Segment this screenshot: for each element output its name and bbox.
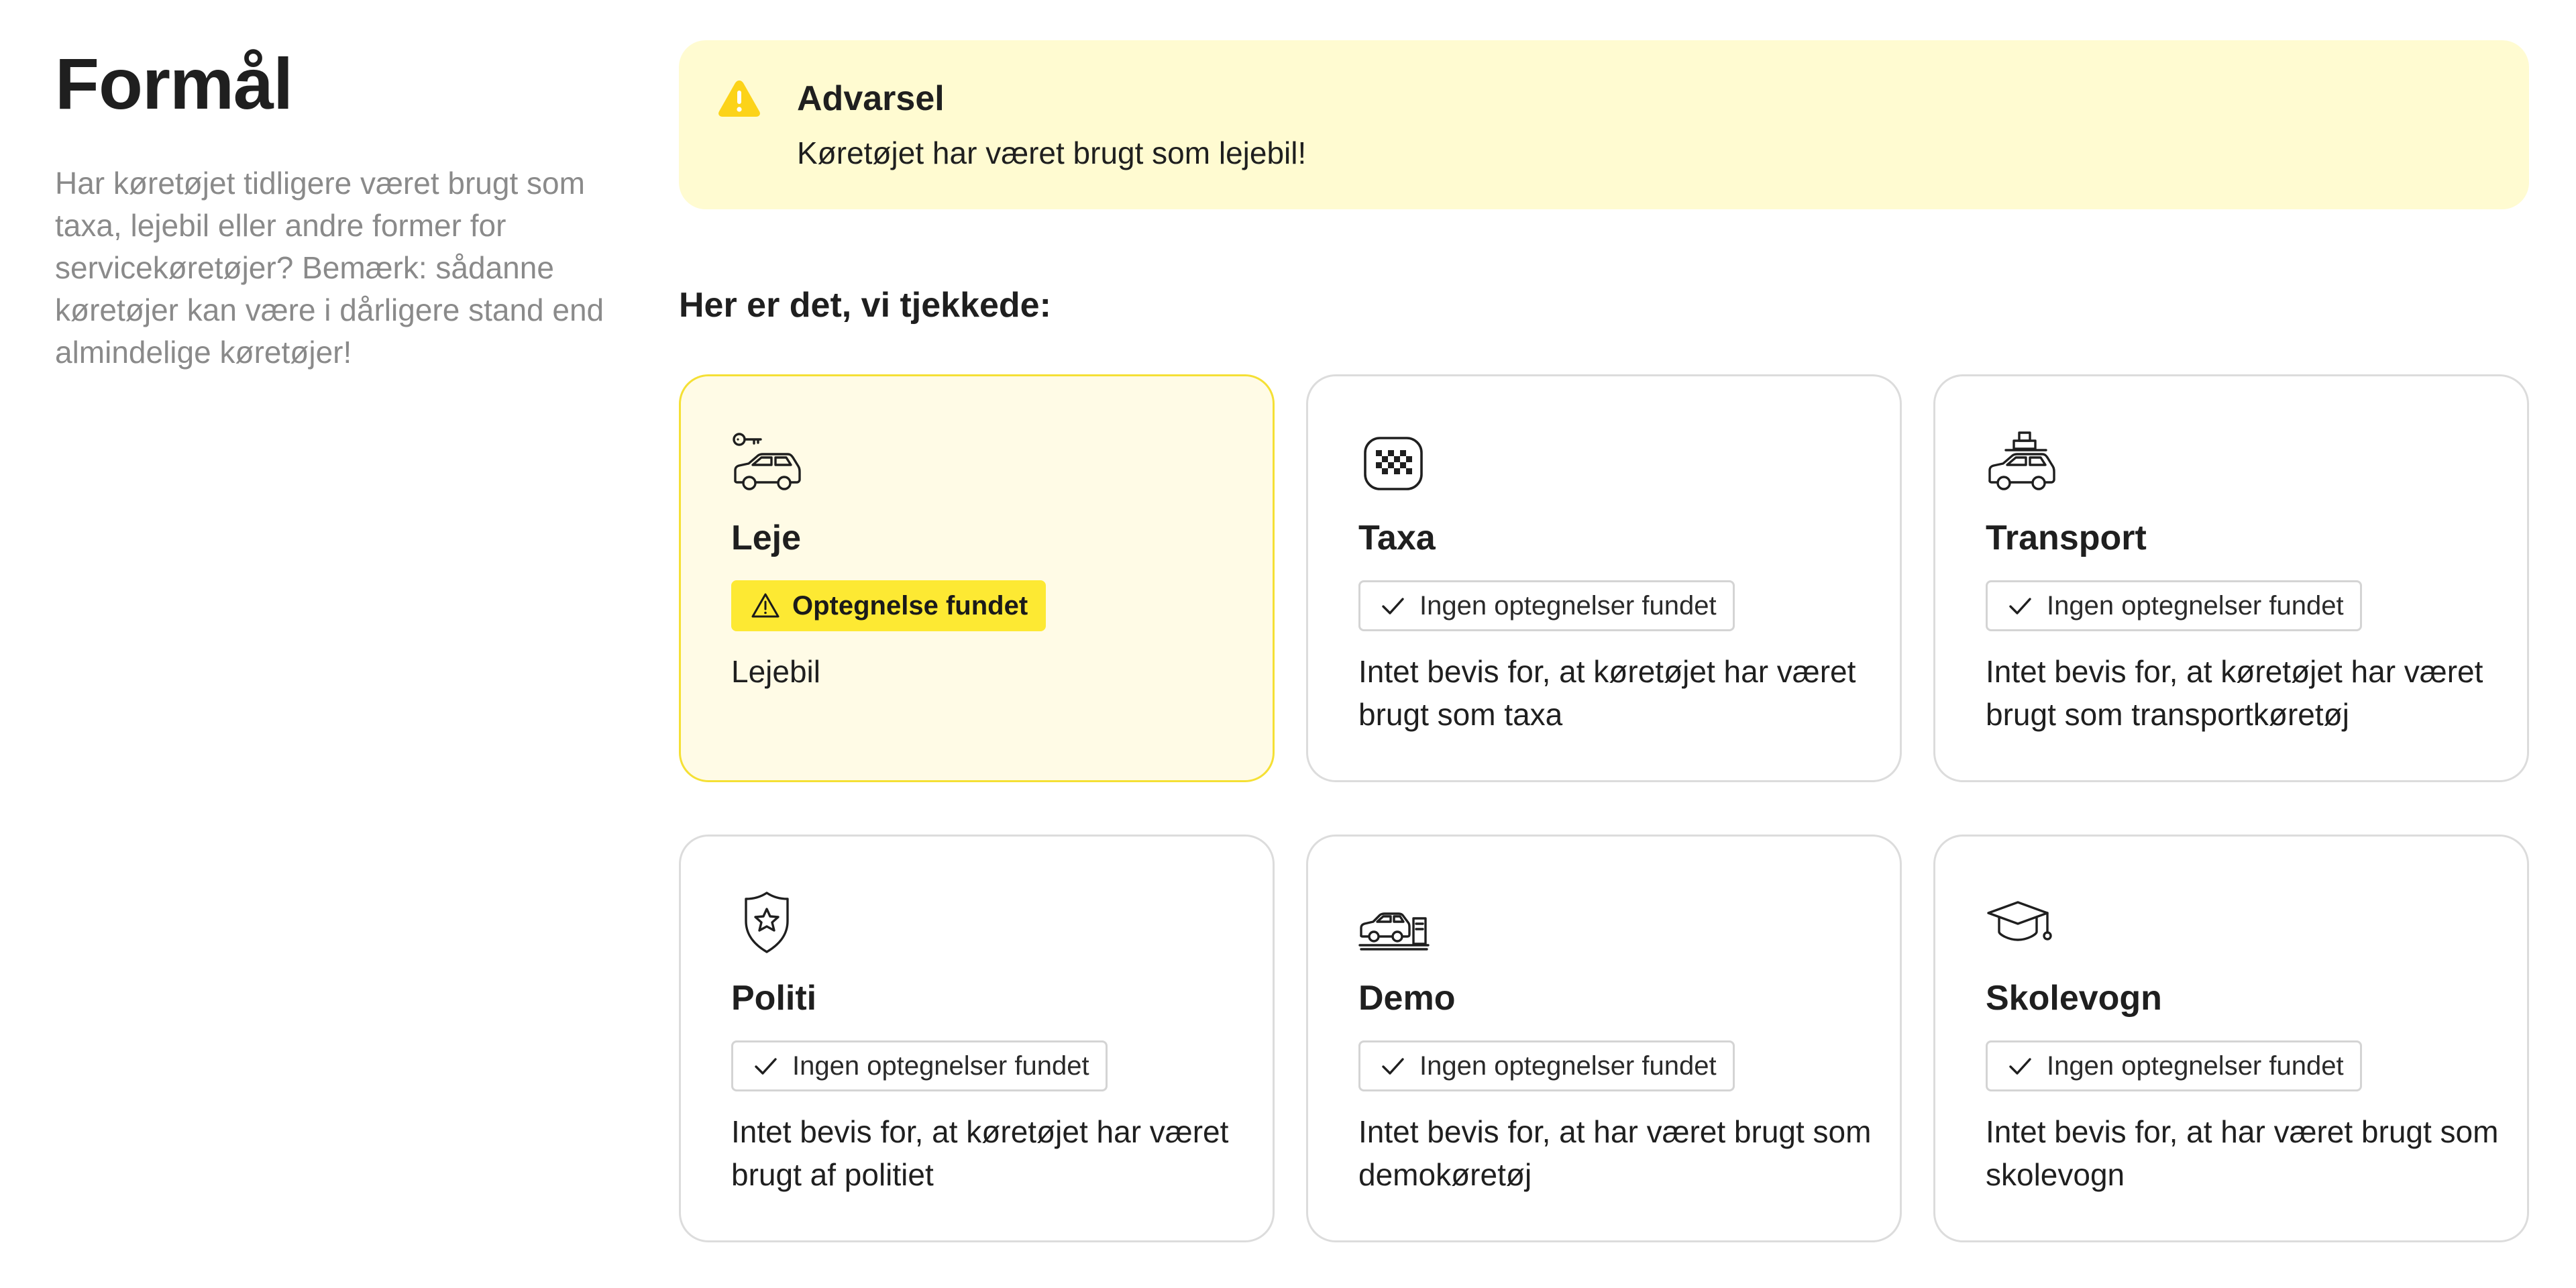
section-title: Her er det, vi tjekkede:	[679, 286, 1051, 325]
card-title: Taxa	[1358, 519, 1436, 557]
check-icon	[1382, 598, 1404, 614]
card-title: Leje	[731, 519, 802, 557]
check-icon	[755, 1058, 777, 1075]
status-badge-label: Ingen optegnelser fundet	[2047, 590, 2344, 621]
status-badge: Ingen optegnelser fundet	[1986, 580, 2362, 631]
warning-icon	[751, 593, 780, 618]
transport-car-luggage-icon	[1988, 431, 2055, 490]
status-badge: Optegnelse fundet	[731, 580, 1046, 631]
status-badge-label: Ingen optegnelser fundet	[2047, 1051, 2344, 1081]
check-card-taxa: Taxa Ingen optegnelser fundet Intet bevi…	[1306, 374, 1902, 782]
status-badge: Ingen optegnelser fundet	[1358, 1040, 1735, 1091]
rental-car-key-icon	[733, 433, 801, 490]
alert-message: Køretøjet har været brugt som lejebil!	[797, 136, 1307, 170]
taxa-sign-icon	[1364, 437, 1423, 490]
check-grid: Leje Optegnelse fundet Lejebil Taxa Inge…	[679, 374, 2529, 1242]
warning-alert: Advarsel Køretøjet har været brugt som l…	[679, 40, 2529, 209]
check-card-demo: Demo Ingen optegnelser fundet Intet bevi…	[1306, 835, 1902, 1242]
card-description: Intet bevis for, at køretøjet har været …	[731, 1114, 1229, 1192]
police-shield-star-icon	[745, 892, 789, 953]
page-title: Formål	[55, 43, 293, 124]
card-description: Lejebil	[731, 654, 820, 689]
check-card-politi: Politi Ingen optegnelser fundet Intet be…	[679, 835, 1275, 1242]
graduation-cap-icon	[1987, 901, 2052, 941]
status-badge-label: Ingen optegnelser fundet	[1419, 590, 1717, 621]
page-description: Har køretøjet tidligere været brugt som …	[55, 166, 604, 370]
results-column: Advarsel Køretøjet har været brugt som l…	[679, 40, 2529, 1242]
card-description: Intet bevis for, at køretøjet har været …	[1358, 654, 1856, 732]
card-title: Demo	[1358, 979, 1456, 1018]
status-badge: Ingen optegnelser fundet	[1358, 580, 1735, 631]
status-badge: Ingen optegnelser fundet	[731, 1040, 1108, 1091]
status-badge-label: Ingen optegnelser fundet	[792, 1051, 1089, 1081]
card-description: Intet bevis for, at har været brugt som …	[1358, 1114, 1872, 1192]
card-description: Intet bevis for, at har været brugt som …	[1986, 1114, 2499, 1192]
check-card-leje: Leje Optegnelse fundet Lejebil	[679, 374, 1275, 782]
page: Formål Har køretøjet tidligere været bru…	[0, 0, 2576, 1288]
intro-column: Formål Har køretøjet tidligere været bru…	[55, 40, 605, 374]
status-badge-label: Ingen optegnelser fundet	[1419, 1051, 1717, 1081]
check-icon	[2009, 1058, 2031, 1075]
status-badge-label: Optegnelse fundet	[792, 590, 1028, 621]
card-title: Politi	[731, 979, 817, 1018]
demo-car-showroom-icon	[1358, 912, 1430, 951]
warning-triangle-icon	[718, 80, 760, 117]
check-card-transport: Transport Ingen optegnelser fundet Intet…	[1933, 374, 2529, 782]
alert-title: Advarsel	[797, 79, 945, 118]
check-icon	[2009, 598, 2031, 614]
card-title: Transport	[1986, 519, 2147, 557]
check-card-skolevogn: Skolevogn Ingen optegnelser fundet Intet…	[1933, 835, 2529, 1242]
card-title: Skolevogn	[1986, 979, 2162, 1018]
check-icon	[1382, 1058, 1404, 1075]
card-description: Intet bevis for, at køretøjet har været …	[1986, 654, 2483, 732]
status-badge: Ingen optegnelser fundet	[1986, 1040, 2362, 1091]
